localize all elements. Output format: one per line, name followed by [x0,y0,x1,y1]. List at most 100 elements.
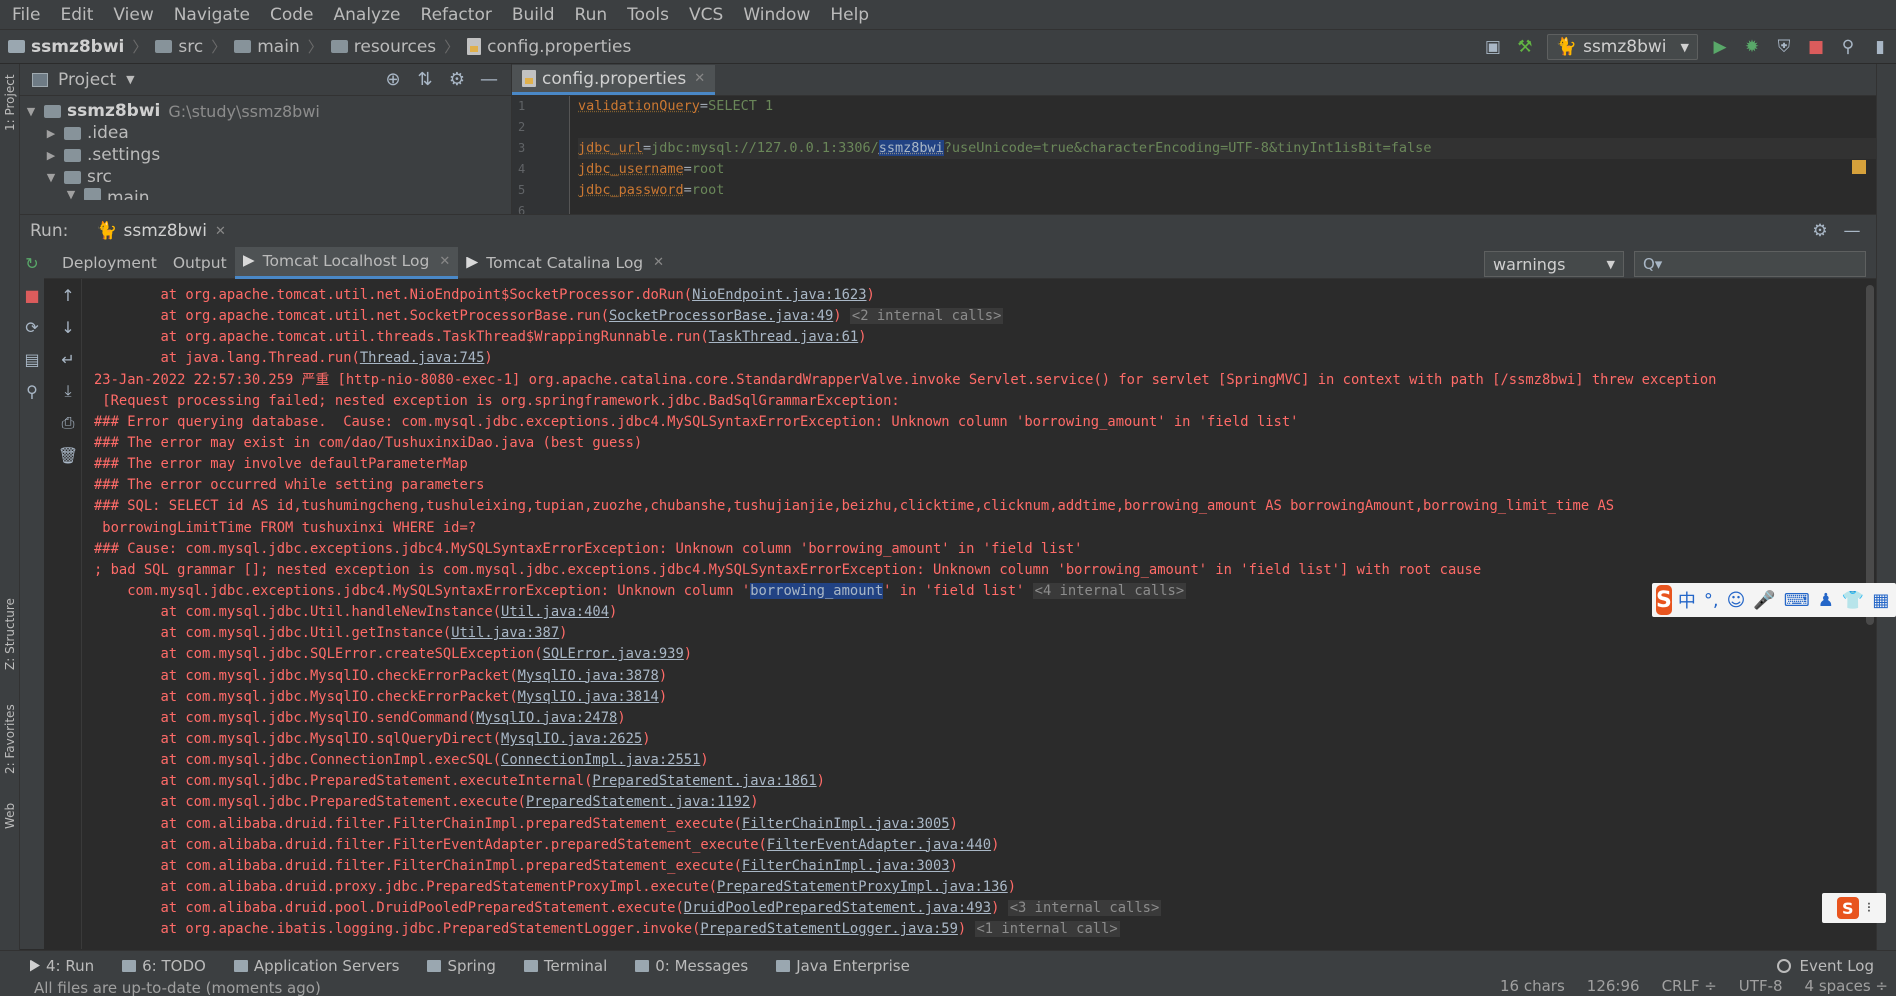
close-icon[interactable]: ✕ [215,224,226,239]
menu-item-view[interactable]: View [103,0,163,30]
code-line[interactable]: jdbc_username=root [578,159,1876,180]
code-line[interactable] [578,117,1876,138]
side-tab-structure[interactable]: Z: Structure [0,594,20,674]
search-icon[interactable]: ⚲ [1837,36,1859,58]
code-line[interactable] [578,201,1876,214]
tree-item-src[interactable]: ▼ src [24,166,511,188]
menu-item-help[interactable]: Help [820,0,879,30]
collapse-icon[interactable]: ⇅ [414,68,436,90]
build-hammer-icon[interactable]: ⚒ [1514,36,1536,58]
menu-item-analyze[interactable]: Analyze [324,0,411,30]
ime-voice-icon[interactable]: 🎤 [1753,590,1775,611]
ime-logo-icon[interactable]: S [1656,585,1672,615]
chevron-down-icon[interactable]: ▼ [126,73,134,86]
menu-item-file[interactable]: File [2,0,50,30]
breadcrumb-main[interactable]: main 〉 [234,36,323,57]
console-scrollbar[interactable] [1866,285,1874,625]
menu-item-code[interactable]: Code [260,0,324,30]
breadcrumb-resources[interactable]: resources 〉 [330,36,459,57]
file-encoding[interactable]: UTF-8 [1739,980,1783,995]
menu-item-refactor[interactable]: Refactor [411,0,502,30]
tree-item-settings[interactable]: ▶ .settings [24,144,511,166]
source-link[interactable]: MysqlIO.java:2625 [501,731,642,747]
stop-icon[interactable]: ■ [20,279,44,311]
code-area[interactable]: validationQuery=SELECT 1 jdbc_url=jdbc:my… [578,96,1876,214]
close-icon[interactable]: ✕ [694,71,705,86]
rerun-icon[interactable]: ↻ [20,247,44,279]
source-link[interactable]: PreparedStatementLogger.java:59 [700,921,958,937]
arrow-down-icon[interactable]: ↓ [54,311,82,343]
minimize-icon[interactable]: — [478,68,500,90]
scroll-to-end-icon[interactable]: ⤓ [54,375,82,407]
ime-chinese-toggle-icon[interactable]: 中 [1678,587,1696,613]
source-link[interactable]: PreparedStatement.java:1861 [592,773,816,789]
vcs-icon[interactable]: ▮ [1869,36,1891,58]
ime-emoji-icon[interactable]: ☺ [1727,590,1746,611]
source-link[interactable]: PreparedStatementProxyImpl.java:136 [717,879,1008,895]
breadcrumb-file[interactable]: config.properties [467,37,631,57]
print-icon[interactable]: ⎙ [54,407,82,439]
caret-position[interactable]: 126:96 [1587,980,1640,995]
tree-item-main[interactable]: ▼ main [24,188,511,200]
tree-item-root[interactable]: ▼ ssmz8bwi G:\study\ssmz8bwi [24,100,511,122]
log-level-select[interactable]: warnings ▼ [1484,251,1624,277]
ime-toolbar[interactable]: S 中 °, ☺ 🎤 ⌨ ♟ 👕 ▦ [1652,583,1896,617]
tool-button-terminal[interactable]: Terminal [523,957,607,975]
ime-punct-icon[interactable]: °, [1704,590,1719,611]
ime-menu-icon[interactable]: ▦ [1872,590,1889,611]
side-tab-project[interactable]: 1: Project [0,68,20,138]
line-separator[interactable]: CRLF ÷ [1662,980,1717,995]
ime-logo-icon[interactable]: S [1836,897,1859,919]
minimize-icon[interactable]: — [1841,220,1863,242]
coverage-icon[interactable]: ⛨ [1773,36,1795,58]
tool-button-spring[interactable]: Spring [427,957,496,975]
soft-wrap-icon[interactable]: ↵ [54,343,82,375]
ime-tools-icon[interactable]: ♟ [1818,590,1834,611]
inspection-warning-icon[interactable] [1852,160,1866,174]
source-link[interactable]: Util.java:387 [451,625,559,641]
tab-deployment[interactable]: Deployment [54,247,165,279]
editor-tab-config-properties[interactable]: config.properties ✕ [512,65,716,95]
close-icon[interactable]: ✕ [439,254,450,269]
code-line[interactable]: jdbc_url=jdbc:mysql://127.0.0.1:3306/ssm… [578,138,1876,159]
internal-calls-fold[interactable]: <4 internal calls> [1032,582,1187,599]
log-search-input[interactable]: Q▾ [1634,251,1866,277]
indent-setting[interactable]: 4 spaces ÷ [1805,980,1888,995]
tab-output[interactable]: Output [165,247,235,279]
source-link[interactable]: ConnectionImpl.java:2551 [501,752,700,768]
code-line[interactable]: validationQuery=SELECT 1 [578,96,1876,117]
ime-keyboard-icon[interactable]: ⌨ [1784,590,1810,611]
source-link[interactable]: FilterChainImpl.java:3005 [742,816,950,832]
event-log-button[interactable]: Event Log [1777,951,1874,981]
source-link[interactable]: DruidPooledPreparedStatement.java:493 [684,900,991,916]
gear-icon[interactable]: ⚙ [1809,220,1831,242]
breadcrumb-project[interactable]: ssmz8bwi 〉 [8,36,147,57]
source-link[interactable]: FilterEventAdapter.java:440 [767,837,991,853]
source-link[interactable]: PreparedStatement.java:1192 [526,794,750,810]
project-panel-header[interactable]: Project ▼ ⊕ ⇅ ⚙ — [20,64,511,96]
side-tab-favorites[interactable]: 2: Favorites [0,694,20,784]
stop-icon[interactable]: ■ [1805,36,1827,58]
menu-item-tools[interactable]: Tools [617,0,679,30]
update-icon[interactable]: ⟳ [20,311,44,343]
source-link[interactable]: SQLError.java:939 [543,646,684,662]
source-link[interactable]: FilterChainImpl.java:3003 [742,858,950,874]
tool-button-6-todo[interactable]: 6: TODO [122,957,206,975]
tool-button-4-run[interactable]: 4: Run [30,957,94,975]
source-link[interactable]: NioEndpoint.java:1623 [692,287,866,303]
internal-calls-fold[interactable]: <1 internal call> [974,921,1120,938]
menu-item-navigate[interactable]: Navigate [164,0,260,30]
menu-item-vcs[interactable]: VCS [679,0,733,30]
source-link[interactable]: Util.java:404 [501,604,609,620]
gear-icon[interactable]: ⚙ [446,68,468,90]
run-config-tab[interactable]: 🐈 ssmz8bwi ✕ [96,221,226,241]
run-config-selector[interactable]: 🐈 ssmz8bwi ▼ [1546,34,1698,60]
console-output[interactable]: at org.apache.tomcat.util.net.NioEndpoin… [94,285,1862,948]
menu-item-window[interactable]: Window [733,0,820,30]
code-line[interactable]: jdbc_password=root [578,180,1876,201]
tool-button-0-messages[interactable]: 0: Messages [635,957,748,975]
internal-calls-fold[interactable]: <3 internal calls> [1007,900,1162,917]
tab-tomcat-localhost-log[interactable]: Tomcat Localhost Log ✕ [234,246,459,279]
source-link[interactable]: SocketProcessorBase.java:49 [609,308,833,324]
tab-tomcat-catalina-log[interactable]: Tomcat Catalina Log ✕ [458,247,672,279]
